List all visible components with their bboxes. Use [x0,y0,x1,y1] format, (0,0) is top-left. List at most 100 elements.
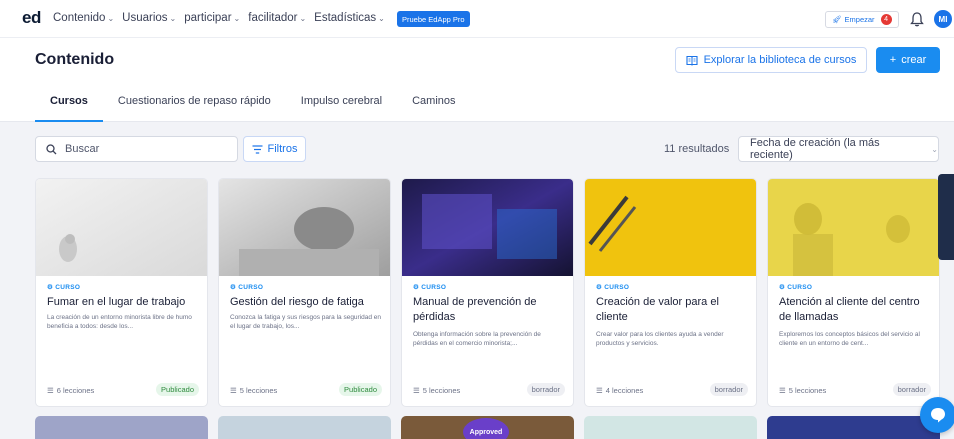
course-card[interactable]: ⚙ CURSO Manual de prevención de pérdidas… [401,178,574,407]
chevron-down-icon: ⌄ [233,13,241,23]
start-label: Empezar [844,15,875,24]
tab-impulso-cerebral[interactable]: Impulso cerebral [286,88,397,121]
book-icon [686,55,698,66]
filter-icon [252,144,263,154]
card-lessons: ☰ 6 lecciones [47,386,94,395]
nav-estadisticas[interactable]: Estadísticas ⌄ [314,12,385,24]
nav-contenido[interactable]: Contenido ⌄ [53,12,114,24]
bell-icon[interactable] [910,11,924,27]
filters-label: Filtros [267,143,298,155]
card-type-label: ⚙ CURSO [230,284,264,291]
avatar[interactable]: MI [934,10,952,28]
list-icon: ☰ [230,386,237,395]
nav-links: Contenido ⌄ Usuarios ⌄ participar ⌄ facilit… [53,12,385,24]
card-type-label: ⚙ CURSO [779,284,813,291]
nav-label: Usuarios [122,12,168,24]
course-thumbnail [402,179,573,276]
course-card[interactable]: ⚙ CURSO Gestión del riesgo de fatiga Con… [218,178,391,407]
card-description: Obtenga información sobre la prevención … [413,331,541,347]
course-card[interactable]: ⚙ CURSO Fumar en el lugar de trabajo La … [35,178,208,407]
card-description: Conozca la fatiga y sus riesgos para la … [230,314,382,330]
card-type: CURSO [55,284,81,291]
card-lessons: ☰ 5 lecciones [230,386,277,395]
nav-usuarios[interactable]: Usuarios ⌄ [122,12,176,24]
logo[interactable]: ed [22,8,41,28]
explore-library-button[interactable]: Explorar la biblioteca de cursos [675,47,867,73]
side-panel-tab[interactable] [938,174,954,260]
filters-button[interactable]: Filtros [243,136,306,162]
sort-label: Fecha de creación (la más reciente) [750,137,880,161]
lessons-count: 5 lecciones [239,386,278,395]
card-title: Gestión del riesgo de fatiga [230,296,364,308]
rocket-icon: 🚀︎ [832,15,842,24]
lessons-count: 6 lecciones [56,386,95,395]
course-card-partial[interactable] [35,416,208,439]
card-title: Atención al cliente del centro de llamad… [779,296,920,323]
sort-select[interactable]: Fecha de creación (la más reciente) ⌄ [738,136,939,162]
card-lessons: ☰ 5 lecciones [779,386,826,395]
course-thumbnail [585,179,756,276]
course-thumbnail [768,179,939,276]
course-thumbnail [219,179,390,276]
create-label: crear [901,54,927,66]
course-card[interactable]: ⚙ CURSO Atención al cliente del centro d… [767,178,940,407]
tab-caminos[interactable]: Caminos [397,88,470,121]
list-icon: ☰ [47,386,54,395]
card-description: Crear valor para los clientes ayuda a ve… [596,331,724,347]
status-badge: Publicado [156,383,199,396]
card-lessons: ☰ 5 lecciones [413,386,460,395]
nav-label: facilitador [248,12,298,24]
nav-label: Estadísticas [314,12,377,24]
status-badge: Publicado [339,383,382,396]
status-badge: borrador [709,383,748,396]
chevron-down-icon: ⌄ [107,13,115,23]
status-badge: borrador [892,383,931,396]
search-box [35,136,238,162]
tab-cursos[interactable]: Cursos [35,88,103,122]
chevron-down-icon: ⌄ [169,13,177,23]
lessons-count: 5 lecciones [422,386,461,395]
card-type: CURSO [787,284,813,291]
approved-badge: Approved [463,418,509,439]
lessons-count: 4 lecciones [605,386,644,395]
nav-label: Contenido [53,12,106,24]
content-tabs: Cursos Cuestionarios de repaso rápido Im… [35,88,471,122]
card-title: Creación de valor para el cliente [596,296,719,323]
card-description: Exploremos los conceptos básicos del ser… [779,331,920,347]
start-button[interactable]: 🚀︎ Empezar 4 [825,11,899,28]
list-icon: ☰ [779,386,786,395]
chevron-down-icon: ⌄ [931,144,938,154]
create-button[interactable]: + crear [876,47,940,73]
nav-label: participar [184,12,232,24]
card-type: CURSO [604,284,630,291]
course-card-partial[interactable] [767,416,940,439]
explore-label: Explorar la biblioteca de cursos [703,54,857,66]
course-card-partial[interactable] [218,416,391,439]
plus-icon: + [889,54,897,66]
card-type-label: ⚙ CURSO [47,284,81,291]
list-icon: ☰ [413,386,420,395]
lessons-count: 5 lecciones [788,386,827,395]
search-input[interactable] [65,143,215,155]
course-thumbnail [36,179,207,276]
card-type-label: ⚙ CURSO [413,284,447,291]
course-card[interactable]: ⚙ CURSO Creación de valor para el client… [584,178,757,407]
chat-button[interactable] [920,397,954,433]
card-type-label: ⚙ CURSO [596,284,630,291]
try-pro-button[interactable]: Pruebe EdApp Pro [397,11,470,27]
chevron-down-icon: ⌄ [378,13,385,23]
page-header: Contenido Explorar la biblioteca de curs… [0,38,954,122]
nav-facilitador[interactable]: facilitador ⌄ [248,12,306,24]
chevron-down-icon: ⌄ [299,13,307,23]
card-type: CURSO [421,284,447,291]
card-title: Manual de prevención de pérdidas [413,296,537,323]
results-count: 11 resultados [664,143,730,155]
list-icon: ☰ [596,386,603,395]
course-card-partial[interactable]: Approved [401,416,574,439]
page-title: Contenido [35,51,115,68]
start-count-badge: 4 [880,14,892,25]
course-card-partial[interactable] [584,416,757,439]
tab-cuestionarios[interactable]: Cuestionarios de repaso rápido [103,88,286,121]
card-description: La creación de un entorno minorista libr… [47,314,192,330]
nav-participar[interactable]: participar ⌄ [184,12,240,24]
